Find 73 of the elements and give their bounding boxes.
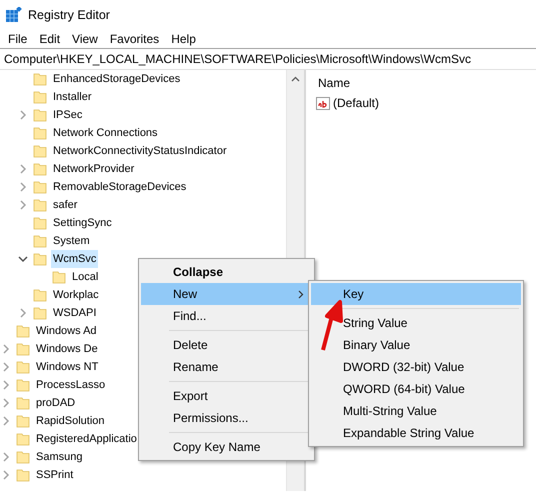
string-value-icon	[316, 96, 330, 110]
folder-icon	[16, 324, 30, 338]
window-title: Registry Editor	[28, 8, 110, 22]
folder-icon	[33, 90, 47, 104]
tree-item[interactable]: Windows NT	[34, 358, 100, 376]
folder-icon	[33, 216, 47, 230]
tree-item[interactable]: proDAD	[34, 394, 78, 412]
tree-item[interactable]: RegisteredApplicatio	[34, 430, 139, 448]
folder-icon	[33, 234, 47, 248]
scroll-up-icon[interactable]	[291, 76, 300, 82]
folder-icon	[33, 288, 47, 302]
tree-item[interactable]: Windows De	[34, 340, 100, 358]
menu-item[interactable]: QWORD (64-bit) Value	[311, 378, 521, 400]
menu-item[interactable]: Find...	[141, 305, 312, 327]
tree-item[interactable]: NetworkProvider	[51, 160, 136, 178]
folder-icon	[16, 342, 30, 356]
folder-icon	[16, 360, 30, 374]
menu-bar-item[interactable]: Help	[165, 32, 202, 46]
menu-bar-item[interactable]: View	[66, 32, 104, 46]
folder-icon	[33, 126, 47, 140]
folder-icon	[16, 450, 30, 464]
menu-item[interactable]: Rename	[141, 356, 312, 378]
folder-icon	[16, 396, 30, 410]
tree-item[interactable]: Installer	[51, 88, 94, 106]
menu-item[interactable]: String Value	[311, 312, 521, 334]
tree-item[interactable]: IPSec	[51, 106, 84, 124]
menu-item[interactable]: Expandable String Value	[311, 422, 521, 444]
tree-item[interactable]: SSPrint	[34, 466, 76, 484]
tree-item[interactable]: Samsung	[34, 448, 84, 466]
registry-app-icon	[6, 7, 22, 23]
tree-item[interactable]: Workplac	[51, 286, 101, 304]
menu-item[interactable]: DWORD (32-bit) Value	[311, 356, 521, 378]
folder-icon	[16, 432, 30, 446]
tree-item[interactable]: safer	[51, 196, 80, 214]
folder-icon	[16, 378, 30, 392]
menu-item[interactable]: Binary Value	[311, 334, 521, 356]
tree-item[interactable]: Windows Ad	[34, 322, 99, 340]
arrow-annotation	[318, 298, 344, 352]
tree-item[interactable]: WcmSvc	[51, 250, 98, 268]
tree-item[interactable]: Network Connections	[51, 124, 160, 142]
folder-icon	[16, 468, 30, 482]
menu-bar-item[interactable]: File	[2, 32, 34, 46]
tree-item[interactable]: Local	[70, 268, 100, 286]
tree-item[interactable]: RapidSolution	[34, 412, 106, 430]
value-name[interactable]: (Default)	[333, 96, 380, 110]
menu-bar-item[interactable]: Favorites	[104, 32, 166, 46]
menu-bar-item[interactable]: Edit	[33, 32, 66, 46]
tree-item[interactable]: System	[51, 232, 92, 250]
column-header[interactable]: Name	[306, 74, 536, 92]
folder-icon	[33, 180, 47, 194]
tree-item[interactable]: SettingSync	[51, 214, 114, 232]
folder-icon	[33, 306, 47, 320]
address-bar[interactable]: Computer\HKEY_LOCAL_MACHINE\SOFTWARE\Policies\Microsoft\Windows\WcmSvc	[0, 48, 536, 70]
folder-icon	[33, 108, 47, 122]
menu-item[interactable]: Permissions...	[141, 407, 312, 429]
folder-icon	[52, 270, 66, 284]
menu-item[interactable]: Delete	[141, 334, 312, 356]
tree-item[interactable]: RemovableStorageDevices	[51, 178, 188, 196]
menu-item[interactable]: Copy Key Name	[141, 436, 312, 458]
tree-item[interactable]: EnhancedStorageDevices	[51, 70, 182, 88]
menu-item[interactable]: Collapse	[141, 261, 312, 283]
menu-item[interactable]: Multi-String Value	[311, 400, 521, 422]
menu-item[interactable]: Export	[141, 385, 312, 407]
folder-icon	[33, 144, 47, 158]
menu-item[interactable]: Key	[311, 283, 521, 305]
folder-icon	[33, 72, 47, 86]
folder-icon	[33, 162, 47, 176]
tree-item[interactable]: WSDAPI	[51, 304, 98, 322]
folder-icon	[16, 414, 30, 428]
tree-item[interactable]: ProcessLasso	[34, 376, 108, 394]
tree-item[interactable]: NetworkConnectivityStatusIndicator	[51, 142, 229, 160]
folder-icon	[33, 252, 47, 266]
folder-icon	[33, 198, 47, 212]
